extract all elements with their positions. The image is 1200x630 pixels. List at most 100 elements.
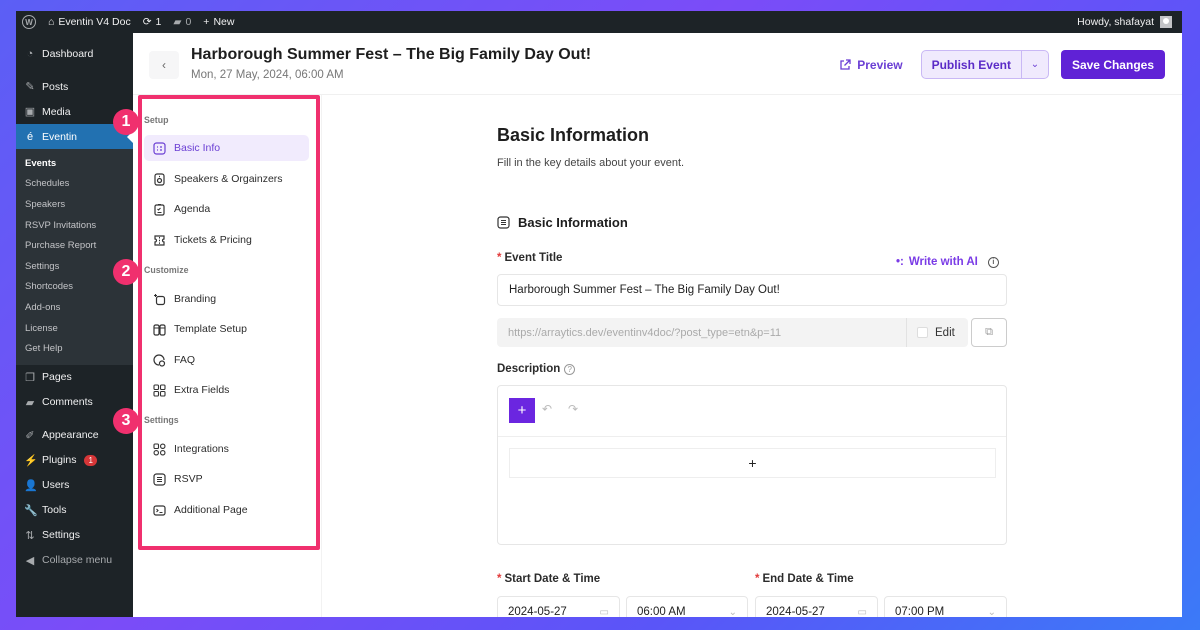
collapse-menu-button[interactable]: ◀ Collapse menu — [16, 548, 133, 573]
back-button[interactable]: ‹ — [149, 51, 179, 79]
chevron-down-icon: ⌄ — [1030, 59, 1040, 70]
menu-settings[interactable]: ⇅ Settings — [16, 523, 133, 548]
write-with-ai-link[interactable]: •: Write with AI i — [896, 256, 999, 268]
preview-link[interactable]: Preview — [839, 57, 903, 72]
sparkle-icon: •: — [896, 256, 904, 268]
menu-label: Appearance — [42, 429, 99, 442]
nav-label: Basic Info — [174, 142, 221, 154]
list-icon — [497, 216, 510, 229]
admin-bar: W ⌂ Eventin V4 Doc ⟳ 1 ▰ 0 + New Howdy, shaf… — [16, 11, 1182, 33]
nav-branding[interactable]: Branding — [144, 286, 309, 312]
nav-label: FAQ — [174, 354, 196, 366]
grid-icon — [153, 383, 166, 397]
nav-rsvp[interactable]: RSVP — [144, 466, 309, 492]
info-icon[interactable]: i — [987, 256, 999, 268]
clipboard-icon — [153, 203, 166, 216]
edit-permalink-toggle[interactable]: Edit — [906, 318, 968, 347]
menu-pages[interactable]: ❐ Pages — [16, 365, 133, 390]
page-subtitle: Fill in the key details about your event… — [497, 157, 685, 169]
submenu-schedules[interactable]: Schedules — [16, 174, 133, 195]
menu-users[interactable]: 👤 Users — [16, 473, 133, 498]
permalink-field: https://arraytics.dev/eventinv4doc/?post… — [497, 318, 968, 347]
nav-label: Extra Fields — [174, 384, 230, 396]
ticket-icon — [153, 234, 166, 247]
submenu-purchase-report[interactable]: Purchase Report — [16, 235, 133, 256]
nav-integrations[interactable]: Integrations — [144, 436, 309, 462]
description-editor: + ↶ ↷ + — [497, 385, 1007, 545]
plus-icon: + — [203, 16, 210, 28]
chevron-down-icon: ⌄ — [987, 606, 996, 618]
branding-icon — [153, 293, 166, 306]
submenu-speakers[interactable]: Speakers — [16, 194, 133, 215]
nav-faq[interactable]: FAQ — [144, 347, 309, 373]
new-content-link[interactable]: + New — [203, 16, 234, 28]
annotation-badge-1: 1 — [113, 109, 139, 135]
start-date-value: 2024-05-27 — [508, 606, 567, 617]
menu-label: Comments — [42, 396, 93, 409]
nav-template-setup[interactable]: Template Setup — [144, 316, 309, 342]
wordpress-icon: W — [22, 15, 36, 29]
event-title-input[interactable]: Harborough Summer Fest – The Big Family … — [497, 274, 1007, 306]
calendar-icon: ▭ — [857, 606, 867, 618]
wordpress-logo[interactable]: W — [22, 15, 36, 29]
nav-agenda[interactable]: Agenda — [144, 196, 309, 222]
end-date-input[interactable]: 2024-05-27 ▭ — [755, 596, 878, 617]
submenu-add-ons[interactable]: Add-ons — [16, 297, 133, 318]
nav-basic-info[interactable]: Basic Info — [144, 135, 309, 161]
submenu-get-help[interactable]: Get Help — [16, 338, 133, 359]
menu-tools[interactable]: 🔧 Tools — [16, 498, 133, 523]
save-changes-button[interactable]: Save Changes — [1060, 50, 1165, 79]
nav-tickets-pricing[interactable]: Tickets & Pricing — [144, 227, 309, 253]
menu-plugins[interactable]: ⚡ Plugins 1 — [16, 448, 133, 473]
menu-dashboard[interactable]: ◔ Dashboard — [16, 41, 133, 66]
redo-button[interactable]: ↷ — [568, 402, 578, 416]
nav-label: Additional Page — [174, 504, 248, 516]
submenu-license[interactable]: License — [16, 318, 133, 339]
start-date-input[interactable]: 2024-05-27 ▭ — [497, 596, 620, 617]
menu-label: Users — [42, 479, 70, 492]
nav-extra-fields[interactable]: Extra Fields — [144, 377, 309, 403]
nav-label: Agenda — [174, 203, 211, 215]
add-block-button[interactable]: + — [509, 398, 535, 423]
site-name-link[interactable]: ⌂ Eventin V4 Doc — [48, 16, 131, 28]
comments-link[interactable]: ▰ 0 — [173, 16, 191, 28]
label-text: Event Title — [504, 252, 563, 264]
start-time-select[interactable]: 06:00 AM ⌄ — [626, 596, 748, 617]
event-title-label: * Event Title — [497, 252, 563, 264]
menu-posts[interactable]: ✎ Posts — [16, 74, 133, 99]
submenu-events[interactable]: Events — [16, 153, 133, 174]
label-text: Start Date & Time — [504, 573, 601, 585]
menu-label: Settings — [42, 529, 80, 542]
submenu-rsvp-invitations[interactable]: RSVP Invitations — [16, 215, 133, 236]
copy-link-button[interactable]: ⧉ — [971, 318, 1007, 347]
end-time-select[interactable]: 07:00 PM ⌄ — [884, 596, 1007, 617]
chevron-left-icon: ‹ — [162, 58, 166, 72]
undo-button[interactable]: ↶ — [542, 402, 552, 416]
nav-label: RSVP — [174, 473, 203, 485]
help-icon[interactable]: ? — [564, 364, 576, 375]
menu-comments[interactable]: ▰ Comments — [16, 390, 133, 415]
end-date-value: 2024-05-27 — [766, 606, 825, 617]
list-icon — [153, 472, 166, 486]
updates-link[interactable]: ⟳ 1 — [143, 16, 162, 28]
nav-additional-page[interactable]: Additional Page — [144, 497, 309, 523]
howdy-text: Howdy, shafayat — [1077, 16, 1154, 28]
annotation-badge-3: 3 — [113, 408, 139, 434]
copy-icon: ⧉ — [985, 326, 993, 338]
edit-checkbox[interactable] — [917, 327, 928, 338]
nav-speakers-organizers[interactable]: Speakers & Orgainzers — [144, 166, 309, 192]
nav-section-settings: Settings — [144, 415, 179, 425]
menu-label: Posts — [42, 80, 69, 93]
block-inserter[interactable]: + — [509, 448, 996, 478]
external-link-icon — [840, 58, 851, 70]
account-menu[interactable]: Howdy, shafayat — [1077, 16, 1172, 28]
preview-label: Preview — [857, 57, 903, 72]
publish-options-dropdown[interactable]: ⌄ — [1020, 51, 1048, 78]
nav-label: Tickets & Pricing — [174, 234, 252, 246]
publish-event-button[interactable]: Publish Event — [922, 51, 1021, 78]
section-title: Basic Information — [518, 215, 628, 230]
template-icon — [153, 323, 166, 336]
collapse-icon: ◀ — [25, 554, 35, 567]
page-icon — [153, 504, 166, 517]
event-header: ‹ Harborough Summer Fest – The Big Famil… — [133, 33, 1182, 95]
